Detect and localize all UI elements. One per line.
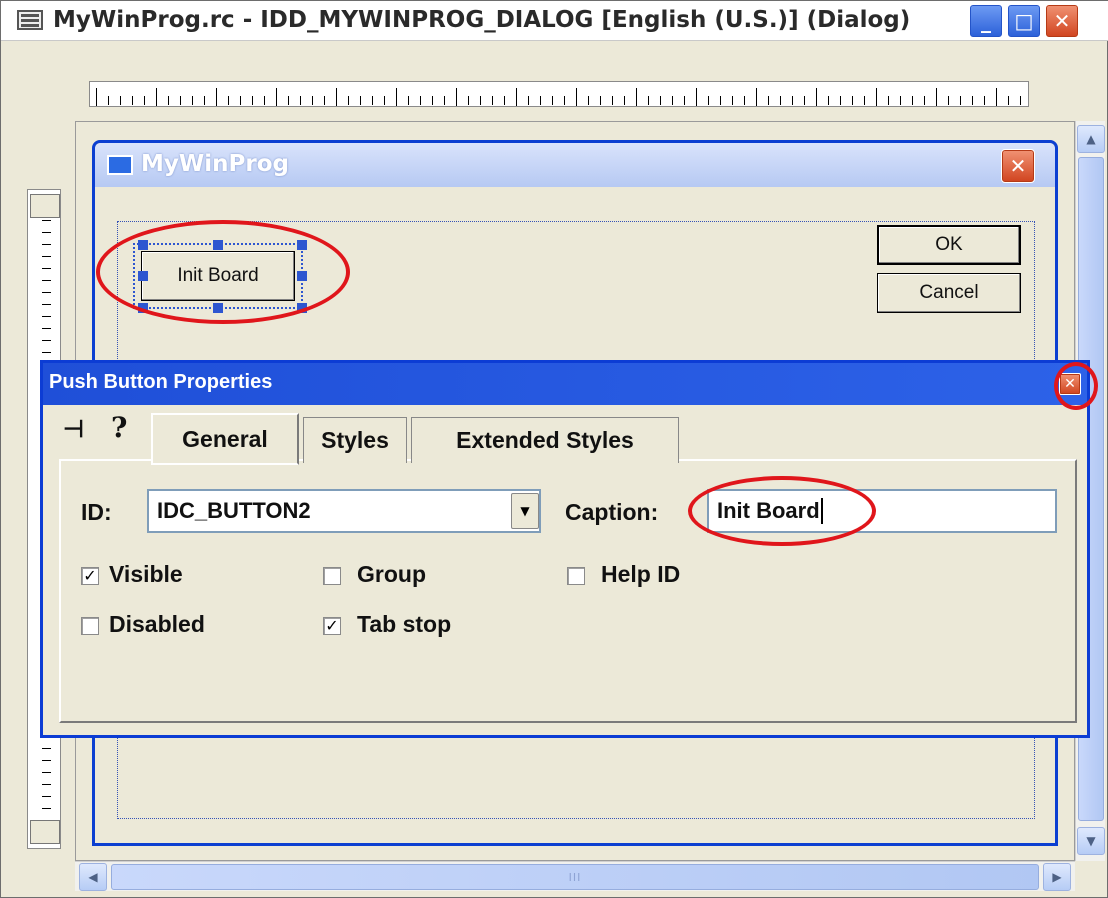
help-id-checkbox[interactable]	[567, 567, 585, 585]
chevron-up-icon: ▲	[1086, 132, 1096, 146]
tab-stop-label[interactable]: Tab stop	[357, 611, 451, 638]
pin-icon[interactable]: ⊣	[63, 415, 84, 444]
chevron-left-icon: ◀	[88, 870, 98, 884]
visible-checkbox[interactable]: ✓	[81, 567, 99, 585]
scroll-down-button[interactable]: ▼	[1077, 827, 1105, 855]
id-dropdown-button[interactable]: ▼	[511, 493, 539, 529]
designed-dialog-title-bar[interactable]: MyWinProg ✕	[95, 143, 1055, 187]
designed-dialog-title: MyWinProg	[141, 151, 289, 177]
close-icon: ✕	[1009, 154, 1027, 178]
window-icon	[107, 155, 133, 175]
size-grip[interactable]	[1077, 863, 1105, 891]
id-value: IDC_BUTTON2	[157, 498, 311, 523]
resource-file-icon	[17, 10, 43, 30]
disabled-label[interactable]: Disabled	[109, 611, 205, 638]
scroll-up-button[interactable]: ▲	[1077, 125, 1105, 153]
scroll-grip-icon: III	[568, 870, 582, 884]
tab-general[interactable]: General	[151, 413, 299, 465]
tab-stop-checkbox[interactable]: ✓	[323, 617, 341, 635]
maximize-icon: □	[1014, 9, 1034, 33]
close-icon: ✕	[1053, 9, 1071, 33]
visible-label[interactable]: Visible	[109, 561, 183, 588]
horizontal-scrollbar[interactable]: ◀ III ▶	[75, 861, 1075, 891]
scroll-left-button[interactable]: ◀	[79, 863, 107, 891]
properties-title-bar[interactable]: Push Button Properties ✕	[43, 363, 1087, 405]
tab-extended-styles[interactable]: Extended Styles	[411, 417, 679, 463]
ruler-bottom-guide-handle[interactable]	[30, 820, 60, 844]
window-title: MyWinProg.rc - IDD_MYWINPROG_DIALOG [Eng…	[53, 7, 911, 33]
ruler-top-guide-handle[interactable]	[30, 194, 60, 218]
group-checkbox[interactable]	[323, 567, 341, 585]
caption-label: Caption:	[565, 499, 659, 525]
cancel-button[interactable]: Cancel	[877, 273, 1021, 313]
minimize-button[interactable]: _	[969, 4, 1003, 38]
designed-dialog-close-button[interactable]: ✕	[1001, 149, 1035, 183]
id-combobox[interactable]: IDC_BUTTON2	[147, 489, 541, 533]
window-close-button[interactable]: ✕	[1045, 4, 1079, 38]
tab-styles[interactable]: Styles	[303, 417, 407, 463]
chevron-down-icon: ▼	[520, 504, 530, 518]
chevron-down-icon: ▼	[1086, 834, 1096, 848]
disabled-checkbox[interactable]	[81, 617, 99, 635]
chevron-right-icon: ▶	[1052, 870, 1062, 884]
id-label: ID:	[81, 499, 112, 525]
minimize-icon: _	[981, 9, 991, 33]
push-button-properties-dialog[interactable]: Push Button Properties ✕ ⊣ ? General Sty…	[40, 360, 1090, 738]
window-title-bar[interactable]: MyWinProg.rc - IDD_MYWINPROG_DIALOG [Eng…	[1, 1, 1108, 41]
horizontal-scroll-thumb[interactable]: III	[111, 864, 1039, 890]
ruler-major-ticks	[96, 88, 1022, 106]
help-id-label[interactable]: Help ID	[601, 561, 680, 588]
scroll-right-button[interactable]: ▶	[1043, 863, 1071, 891]
ok-button[interactable]: OK	[877, 225, 1021, 265]
highlight-ring-close	[1054, 362, 1098, 410]
highlight-ring-caption	[688, 476, 876, 546]
horizontal-ruler[interactable]	[89, 81, 1029, 107]
properties-title: Push Button Properties	[49, 371, 273, 393]
maximize-button[interactable]: □	[1007, 4, 1041, 38]
help-icon[interactable]: ?	[111, 411, 127, 444]
highlight-ring-init-button	[96, 220, 350, 324]
group-label[interactable]: Group	[357, 561, 426, 588]
